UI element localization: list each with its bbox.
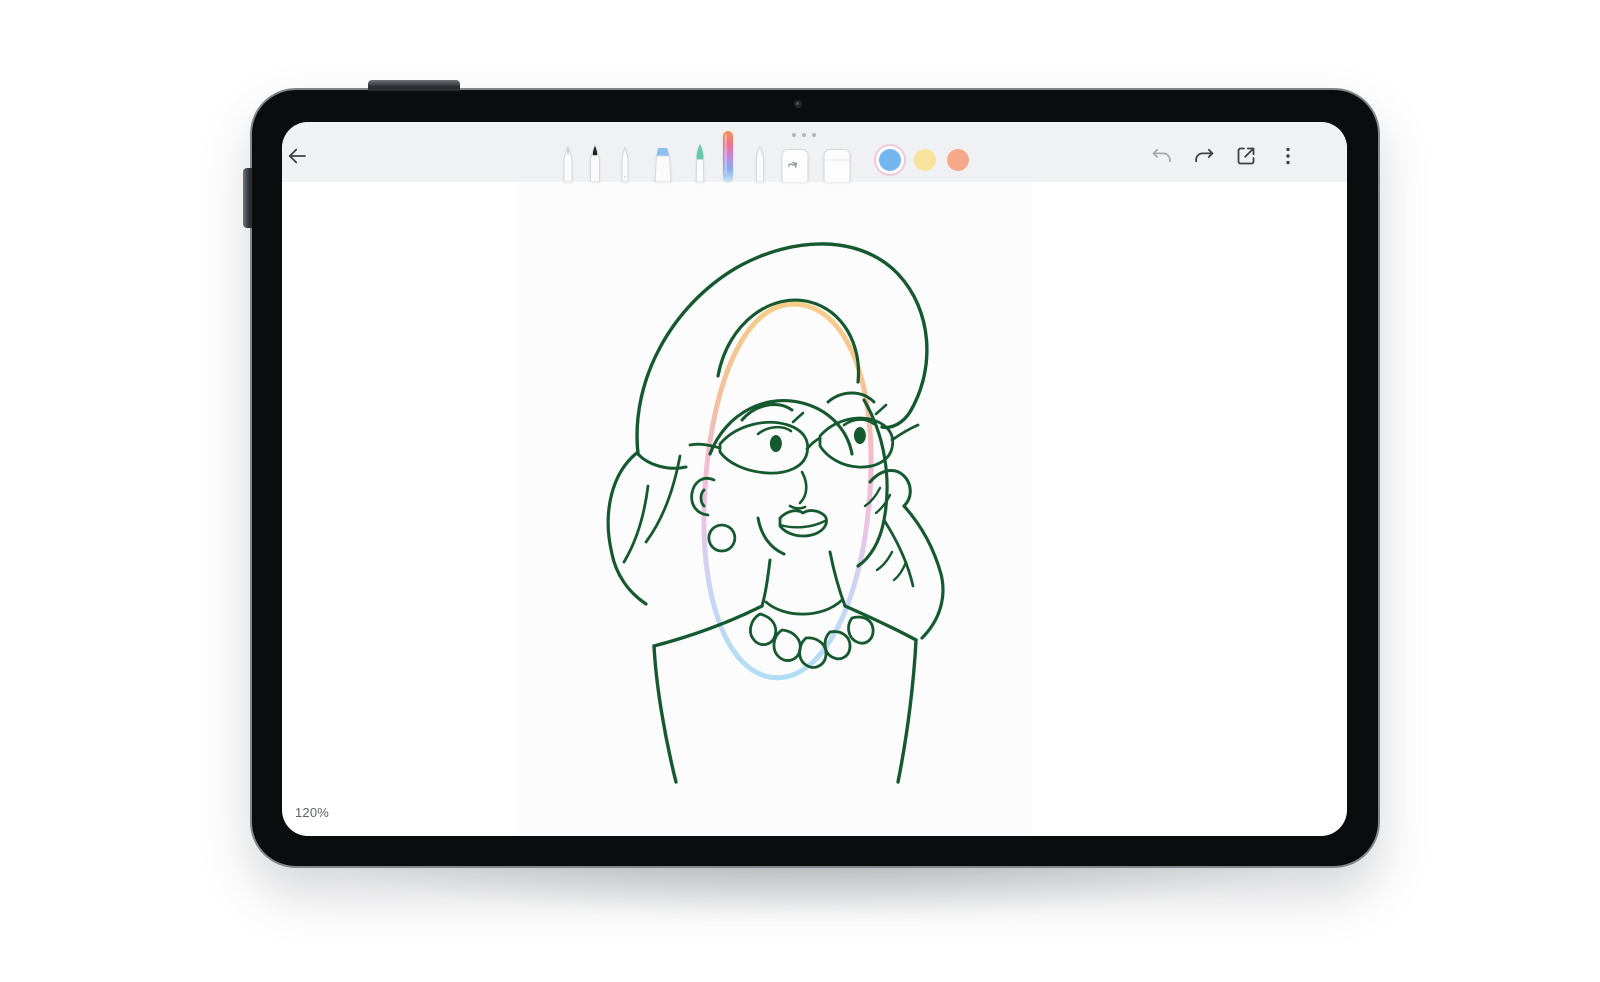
- sketch-stroke-arm-crease-2: [894, 562, 906, 580]
- sketch-stroke-lash-right: [876, 405, 886, 414]
- sketch-stroke-pupil-left: [770, 435, 782, 452]
- color-swatch-orange[interactable]: [947, 149, 969, 171]
- redo-button redo-arrow-icon[interactable]: [1192, 144, 1216, 168]
- sketch-stroke-necklace-drop-2: [774, 630, 800, 661]
- drawing-toolbar: [282, 122, 1347, 182]
- tool-crayon[interactable]: [753, 146, 768, 182]
- sketch-stroke-eyelid-left: [758, 427, 791, 434]
- sketch-stroke-hair-left-inner: [624, 486, 648, 562]
- color-swatch-yellow[interactable]: [914, 149, 936, 171]
- back-arrow-icon[interactable]: [285, 144, 309, 168]
- sketch-stroke-torso-left: [654, 646, 676, 782]
- sketch-stroke-necklace-drop-1: [750, 614, 775, 645]
- more-button kebab-menu-icon[interactable]: [1276, 144, 1300, 168]
- tool-highlighter[interactable]: [652, 146, 674, 182]
- sketch-stroke-neck-left: [762, 560, 770, 606]
- sketch-stroke-arm-crease-1: [877, 552, 892, 570]
- sketch-stroke-lip-line: [780, 521, 825, 527]
- tool-eraser[interactable]: [824, 149, 851, 182]
- sketch-stroke-shoulder-right: [845, 606, 916, 640]
- sketch-stroke-necklace-drop-5: [849, 617, 874, 643]
- color-swatch-blue[interactable]: [879, 149, 901, 171]
- sketch-stroke-neck-right: [830, 552, 845, 606]
- page: 120%: [0, 0, 1600, 956]
- drawing-app-screen: 120%: [282, 122, 1347, 836]
- export-button open-in-new-icon[interactable]: [1234, 144, 1258, 168]
- tool-rainbow-pen[interactable]: [722, 130, 735, 182]
- sketch-stroke-earring: [709, 525, 735, 551]
- sketch-stroke-torso-right: [898, 640, 916, 782]
- tool-ballpoint-pen[interactable]: [560, 146, 576, 182]
- tool-ink-pen[interactable]: [587, 145, 604, 182]
- sketch-stroke-pupil-right: [854, 427, 866, 444]
- tablet-device: 120%: [250, 88, 1380, 868]
- sketch-stroke-necklace-chain: [766, 600, 842, 614]
- sketch-stroke-nose: [790, 472, 806, 508]
- tool-brush-pen[interactable]: [692, 144, 708, 182]
- front-camera-dot-icon: [794, 100, 802, 108]
- tool-fineliner-pen[interactable]: [619, 147, 632, 182]
- portrait-sketch: [282, 122, 1347, 836]
- toolbar-drag-handle-icon[interactable]: [792, 133, 816, 137]
- volume-button: [368, 80, 460, 91]
- sketch-stroke-glasses-bridge: [807, 438, 820, 449]
- sketch-stroke-lash-left: [793, 413, 803, 422]
- sketch-stroke-brow-left: [742, 405, 792, 420]
- power-button: [243, 168, 252, 228]
- sketch-stroke-glasses-temple-right: [892, 425, 918, 440]
- undo-button undo-arrow-icon[interactable]: [1150, 144, 1174, 168]
- tool-smart-eraser[interactable]: [782, 149, 809, 182]
- sketch-stroke-shoulder-left: [654, 606, 762, 646]
- canvas-zoom-level: 120%: [295, 805, 329, 820]
- sketch-stroke-hand: [870, 471, 910, 506]
